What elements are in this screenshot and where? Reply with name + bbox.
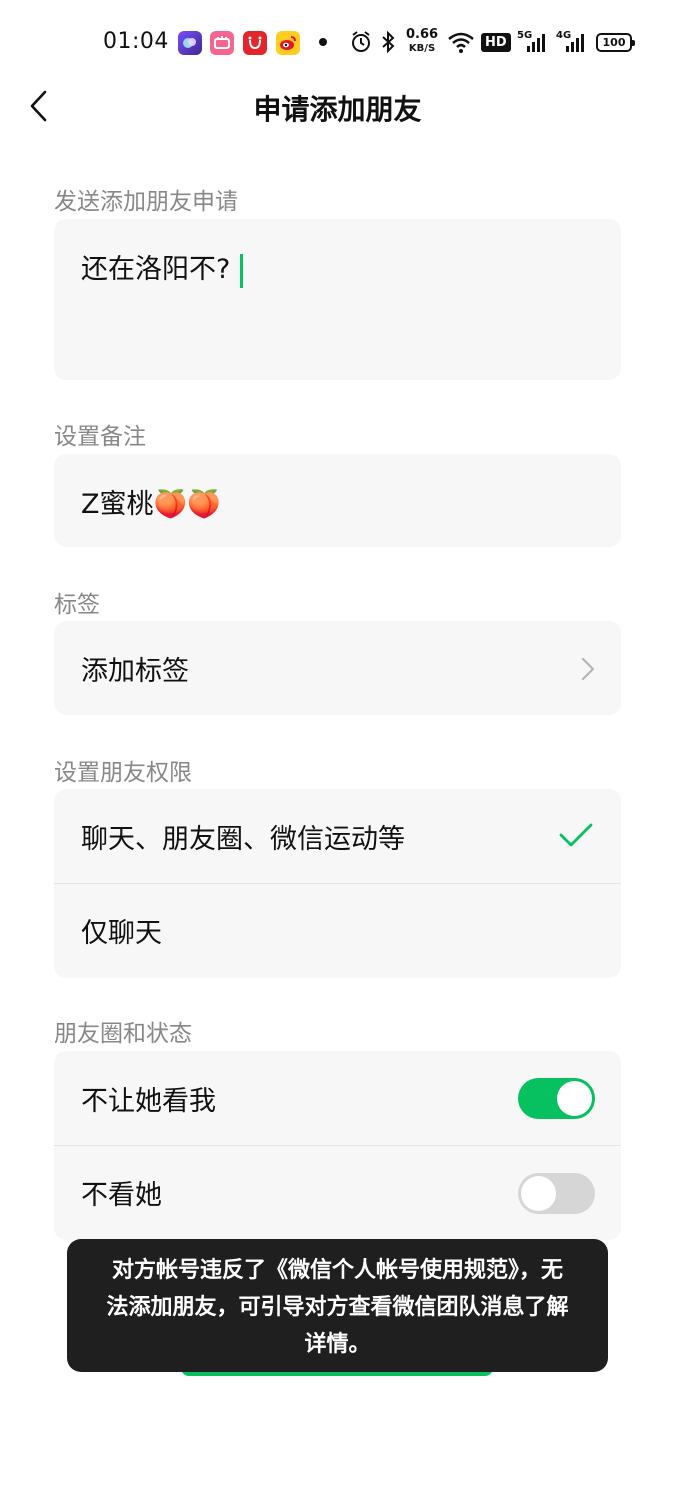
hd-icon: HD [481, 31, 511, 52]
text-cursor [240, 253, 244, 288]
permission-option-label: 仅聊天 [81, 918, 162, 949]
notification-dot-icon [319, 38, 327, 46]
permission-options: 聊天、朋友圈、微信运动等 仅聊天 [54, 789, 621, 978]
remark-section-label: 设置备注 [54, 424, 146, 450]
hide-her-moments-row: 不看她 [54, 1145, 621, 1239]
permission-section-label: 设置朋友权限 [54, 760, 192, 786]
wifi-icon [447, 28, 475, 60]
toast-line-1: 对方帐号违反了《微信个人帐号使用规范》，无 [111, 1258, 563, 1283]
status-time: 01:04 [103, 29, 169, 54]
alarm-icon [349, 28, 373, 60]
toast-line-2: 法添加朋友，可引导对方查看微信团队消息了解 [106, 1295, 569, 1320]
network-speed-value: 0.66 [406, 27, 439, 42]
permission-option-all[interactable]: 聊天、朋友圈、微信运动等 [54, 789, 621, 883]
hide-my-moments-label: 不让她看我 [81, 1085, 216, 1117]
gallery-app-icon [178, 31, 202, 55]
weibo-app-icon [276, 31, 300, 55]
request-message-text-area: 还在洛阳不? [81, 247, 244, 288]
chevron-right-icon [581, 657, 595, 681]
request-message-input[interactable]: 还在洛阳不? [54, 219, 621, 380]
hide-my-moments-toggle[interactable] [518, 1078, 595, 1119]
hd-label: HD [481, 33, 511, 52]
hide-her-moments-toggle[interactable] [518, 1173, 595, 1214]
moments-section-label: 朋友圈和状态 [54, 1021, 192, 1047]
battery-icon: 100 [596, 33, 635, 52]
permission-option-chat-only[interactable]: 仅聊天 [54, 883, 621, 977]
hide-my-moments-row: 不让她看我 [54, 1051, 621, 1145]
battery-level: 100 [602, 36, 626, 49]
toast-line-3: 详情。 [304, 1332, 371, 1357]
toggle-knob [521, 1176, 556, 1211]
remark-value: Z蜜桃🍑🍑 [81, 488, 221, 520]
toggle-knob [557, 1081, 592, 1116]
red-shopping-app-icon [243, 31, 267, 55]
add-tag-row-content: 添加标签 [54, 621, 621, 715]
request-section-label: 发送添加朋友申请 [54, 189, 238, 215]
moments-settings: 不让她看我 不看她 [54, 1051, 621, 1240]
add-tag-row[interactable]: 添加标签 [54, 621, 621, 715]
permission-option-label: 聊天、朋友圈、微信运动等 [81, 823, 405, 855]
status-bar: 01:04 0.66 KB/S HD 5G 4G 100 [0, 0, 675, 86]
bluetooth-icon [378, 28, 398, 60]
remark-input[interactable]: Z蜜桃🍑🍑 [54, 454, 621, 547]
checkmark-icon [559, 823, 593, 847]
network-speed-unit: KB/S [408, 43, 436, 54]
hide-her-moments-label: 不看她 [81, 1180, 162, 1211]
remark-row: Z蜜桃🍑🍑 [54, 454, 621, 547]
request-message-text: 还在洛阳不? [81, 254, 231, 285]
add-tag-label: 添加标签 [81, 655, 189, 687]
error-toast: 对方帐号违反了《微信个人帐号使用规范》，无 法添加朋友，可引导对方查看微信团队消… [67, 1239, 608, 1372]
pink-app-icon [210, 31, 234, 55]
page-title: 申请添加朋友 [253, 93, 422, 126]
tag-section-label: 标签 [54, 592, 100, 618]
network-speed: 0.66 KB/S [406, 27, 439, 55]
